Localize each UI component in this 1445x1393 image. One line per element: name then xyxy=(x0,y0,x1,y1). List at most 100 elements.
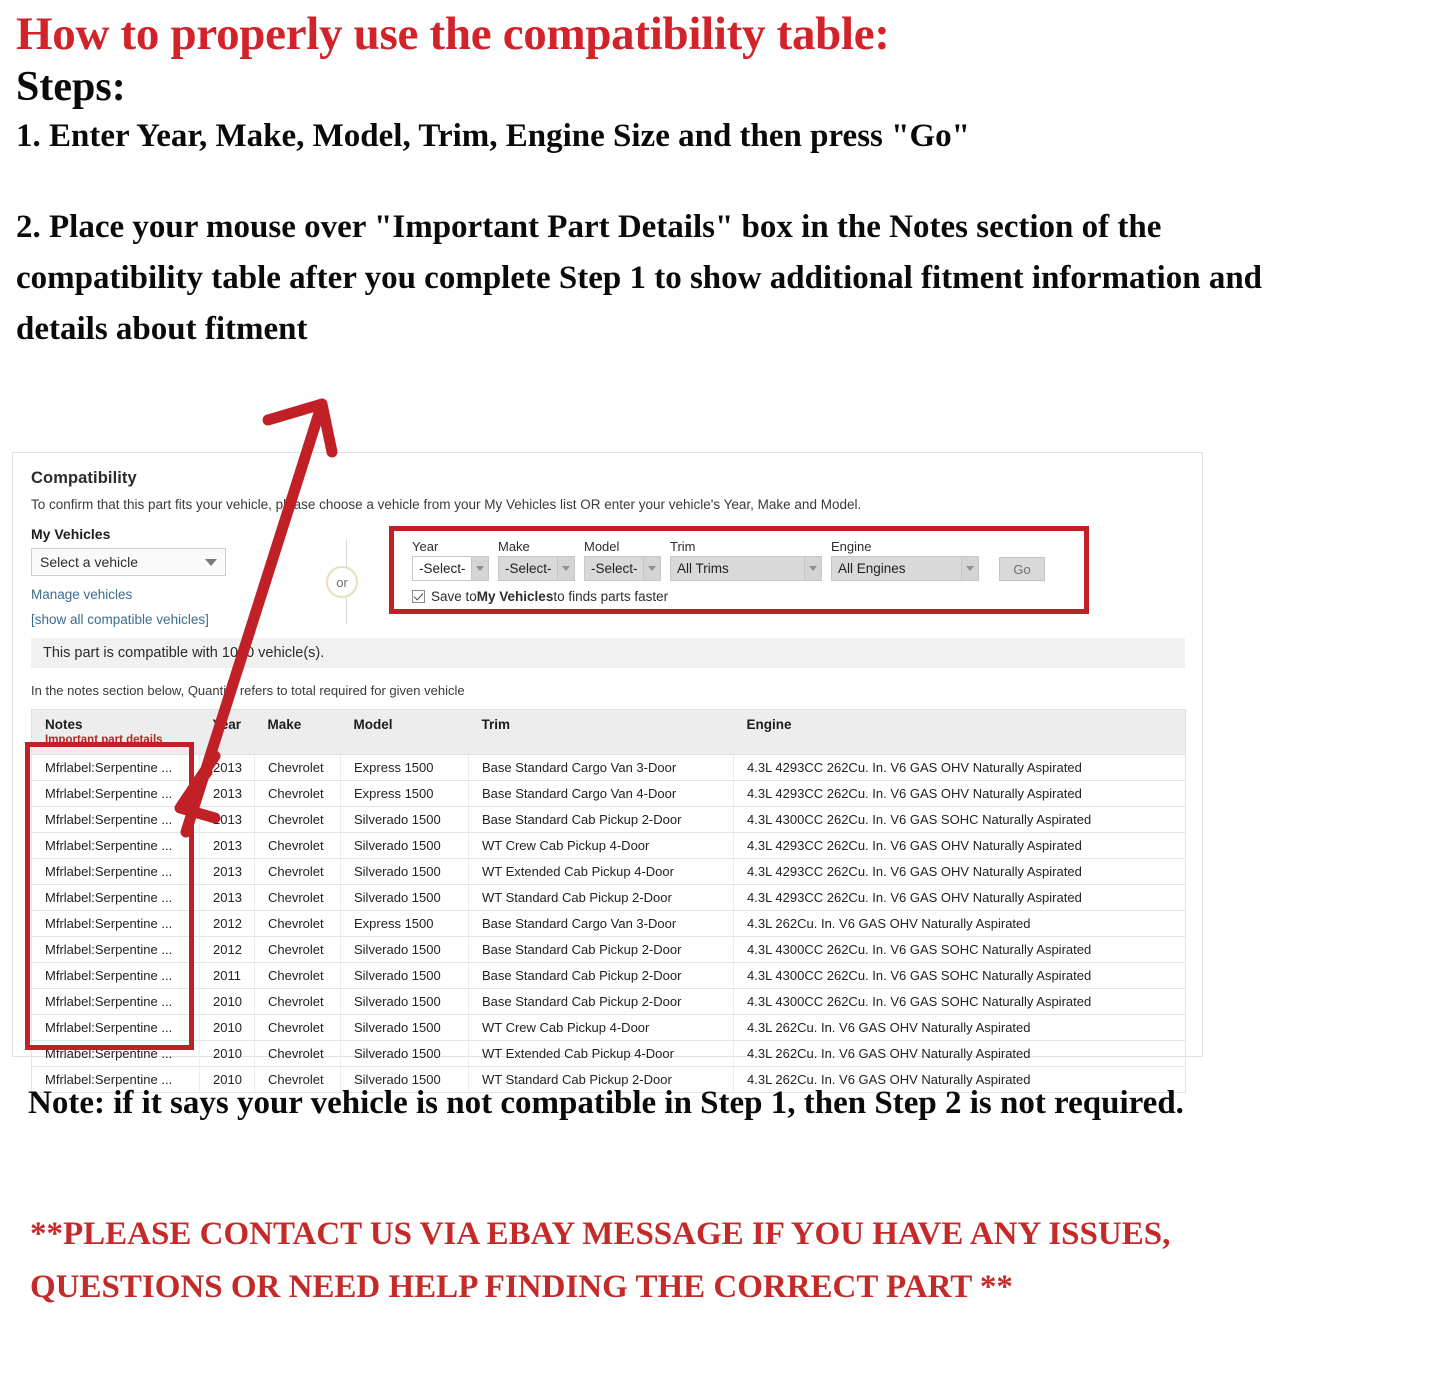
cell-year: 2013 xyxy=(199,858,255,885)
manage-vehicles-link[interactable]: Manage vehicles xyxy=(31,587,246,602)
cell-year: 2013 xyxy=(199,806,255,833)
step-1-text: 1. Enter Year, Make, Model, Trim, Engine… xyxy=(16,117,970,154)
cell-notes[interactable]: Mfrlabel:Serpentine ... xyxy=(31,806,200,833)
year-select[interactable]: -Select- xyxy=(412,556,489,581)
cell-make: Chevrolet xyxy=(254,858,341,885)
cell-year: 2013 xyxy=(199,832,255,859)
cell-make: Chevrolet xyxy=(254,1040,341,1067)
table-row: Mfrlabel:Serpentine ... 2010 Chevrolet Silv… xyxy=(31,1040,1186,1067)
cell-trim: Base Standard Cargo Van 4-Door xyxy=(468,780,734,807)
cell-model: Silverado 1500 xyxy=(340,832,469,859)
cell-notes[interactable]: Mfrlabel:Serpentine ... xyxy=(31,910,200,937)
cell-year: 2013 xyxy=(199,884,255,911)
table-row: Mfrlabel:Serpentine ... 2010 Chevrolet Silv… xyxy=(31,988,1186,1015)
important-part-details-label: Important part details xyxy=(45,734,163,746)
make-select[interactable]: -Select- xyxy=(498,556,575,581)
chevron-down-icon xyxy=(205,558,217,566)
make-label: Make xyxy=(498,539,530,554)
cell-make: Chevrolet xyxy=(254,1014,341,1041)
my-vehicles-group: My Vehicles Select a vehicle Manage vehi… xyxy=(31,526,246,627)
cell-notes[interactable]: Mfrlabel:Serpentine ... xyxy=(31,832,200,859)
save-to-my-vehicles-row[interactable]: Save to My Vehicles to finds parts faste… xyxy=(412,589,1084,604)
cell-notes[interactable]: Mfrlabel:Serpentine ... xyxy=(31,780,200,807)
cell-year: 2012 xyxy=(199,910,255,937)
chevron-down-icon xyxy=(471,557,488,580)
cell-trim: WT Crew Cab Pickup 4-Door xyxy=(468,1014,734,1041)
cell-make: Chevrolet xyxy=(254,936,341,963)
cell-trim: Base Standard Cab Pickup 2-Door xyxy=(468,962,734,989)
footer-contact-notice: **PLEASE CONTACT US VIA EBAY MESSAGE IF … xyxy=(30,1216,1171,1305)
go-button[interactable]: Go xyxy=(999,557,1045,581)
model-select-value: -Select- xyxy=(591,561,638,576)
cell-make: Chevrolet xyxy=(254,962,341,989)
save-prefix-text: Save to xyxy=(431,589,477,604)
cell-year: 2010 xyxy=(199,1040,255,1067)
column-header-notes: Notes Important part details xyxy=(31,709,200,755)
cell-model: Silverado 1500 xyxy=(340,806,469,833)
vehicle-fields-row: Year -Select- Make -Select- Model -Selec… xyxy=(412,539,1084,581)
engine-select[interactable]: All Engines xyxy=(831,556,979,581)
year-label: Year xyxy=(412,539,439,554)
cell-year: 2011 xyxy=(199,962,255,989)
cell-year: 2013 xyxy=(199,754,255,781)
cell-engine: 4.3L 4300CC 262Cu. In. V6 GAS SOHC Natur… xyxy=(733,962,1186,989)
column-header-year: Year xyxy=(199,709,255,755)
trim-select[interactable]: All Trims xyxy=(670,556,822,581)
year-select-value: -Select- xyxy=(419,561,466,576)
chevron-down-icon xyxy=(643,557,660,580)
cell-make: Chevrolet xyxy=(254,754,341,781)
cell-notes[interactable]: Mfrlabel:Serpentine ... xyxy=(31,1014,200,1041)
cell-notes[interactable]: Mfrlabel:Serpentine ... xyxy=(31,936,200,963)
notes-quantity-hint: In the notes section below, Quantity ref… xyxy=(31,683,465,698)
cell-engine: 4.3L 4293CC 262Cu. In. V6 GAS OHV Natura… xyxy=(733,754,1186,781)
my-vehicles-label: My Vehicles xyxy=(31,526,111,542)
save-suffix-text: to finds parts faster xyxy=(553,589,669,604)
table-row: Mfrlabel:Serpentine ... 2013 Chevrolet Expr… xyxy=(31,754,1186,781)
arrow-head-up xyxy=(262,398,338,458)
fitment-table-body: Mfrlabel:Serpentine ... 2013 Chevrolet Expr… xyxy=(31,754,1186,1093)
compatible-count-banner: This part is compatible with 1000 vehicl… xyxy=(31,638,1185,668)
table-row: Mfrlabel:Serpentine ... 2013 Chevrolet Expr… xyxy=(31,780,1186,807)
make-select-value: -Select- xyxy=(505,561,552,576)
cell-engine: 4.3L 4293CC 262Cu. In. V6 GAS OHV Natura… xyxy=(733,884,1186,911)
instructions-block: How to properly use the compatibility ta… xyxy=(16,8,1426,355)
trim-label: Trim xyxy=(670,539,696,554)
cell-engine: 4.3L 262Cu. In. V6 GAS OHV Naturally Asp… xyxy=(733,1040,1186,1067)
cell-notes[interactable]: Mfrlabel:Serpentine ... xyxy=(31,988,200,1015)
cell-model: Express 1500 xyxy=(340,754,469,781)
show-all-compatible-vehicles-link[interactable]: [show all compatible vehicles] xyxy=(31,612,209,627)
save-to-my-vehicles-checkbox[interactable] xyxy=(412,590,425,603)
vehicle-selection-row: My Vehicles Select a vehicle Manage vehi… xyxy=(31,526,1184,634)
cell-notes[interactable]: Mfrlabel:Serpentine ... xyxy=(31,1040,200,1067)
cell-model: Silverado 1500 xyxy=(340,962,469,989)
compatibility-subtitle: To confirm that this part fits your vehi… xyxy=(31,497,862,512)
cell-make: Chevrolet xyxy=(254,988,341,1015)
table-row: Mfrlabel:Serpentine ... 2013 Chevrolet Silv… xyxy=(31,884,1186,911)
cell-notes[interactable]: Mfrlabel:Serpentine ... xyxy=(31,754,200,781)
table-row: Mfrlabel:Serpentine ... 2012 Chevrolet Expr… xyxy=(31,910,1186,937)
cell-notes[interactable]: Mfrlabel:Serpentine ... xyxy=(31,962,200,989)
cell-notes[interactable]: Mfrlabel:Serpentine ... xyxy=(31,858,200,885)
trim-field-group: Trim All Trims xyxy=(670,539,822,581)
cell-engine: 4.3L 4300CC 262Cu. In. V6 GAS SOHC Natur… xyxy=(733,936,1186,963)
fitment-table: Notes Important part details Year Make M… xyxy=(31,709,1186,1093)
my-vehicles-select[interactable]: Select a vehicle xyxy=(31,548,226,576)
cell-trim: Base Standard Cab Pickup 2-Door xyxy=(468,988,734,1015)
cell-trim: WT Crew Cab Pickup 4-Door xyxy=(468,832,734,859)
cell-model: Silverado 1500 xyxy=(340,936,469,963)
page-title: How to properly use the compatibility ta… xyxy=(16,8,890,60)
cell-engine: 4.3L 4293CC 262Cu. In. V6 GAS OHV Natura… xyxy=(733,832,1186,859)
chevron-down-icon xyxy=(961,557,978,580)
cell-model: Express 1500 xyxy=(340,780,469,807)
model-field-group: Model -Select- xyxy=(584,539,661,581)
cell-model: Silverado 1500 xyxy=(340,858,469,885)
cell-notes[interactable]: Mfrlabel:Serpentine ... xyxy=(31,884,200,911)
column-header-engine: Engine xyxy=(733,709,1186,755)
cell-model: Silverado 1500 xyxy=(340,1014,469,1041)
notes-header-label: Notes xyxy=(45,717,83,732)
compatibility-heading: Compatibility xyxy=(31,469,137,487)
cell-trim: WT Extended Cab Pickup 4-Door xyxy=(468,858,734,885)
cell-engine: 4.3L 262Cu. In. V6 GAS OHV Naturally Asp… xyxy=(733,910,1186,937)
model-select[interactable]: -Select- xyxy=(584,556,661,581)
my-vehicles-select-value: Select a vehicle xyxy=(40,554,139,570)
